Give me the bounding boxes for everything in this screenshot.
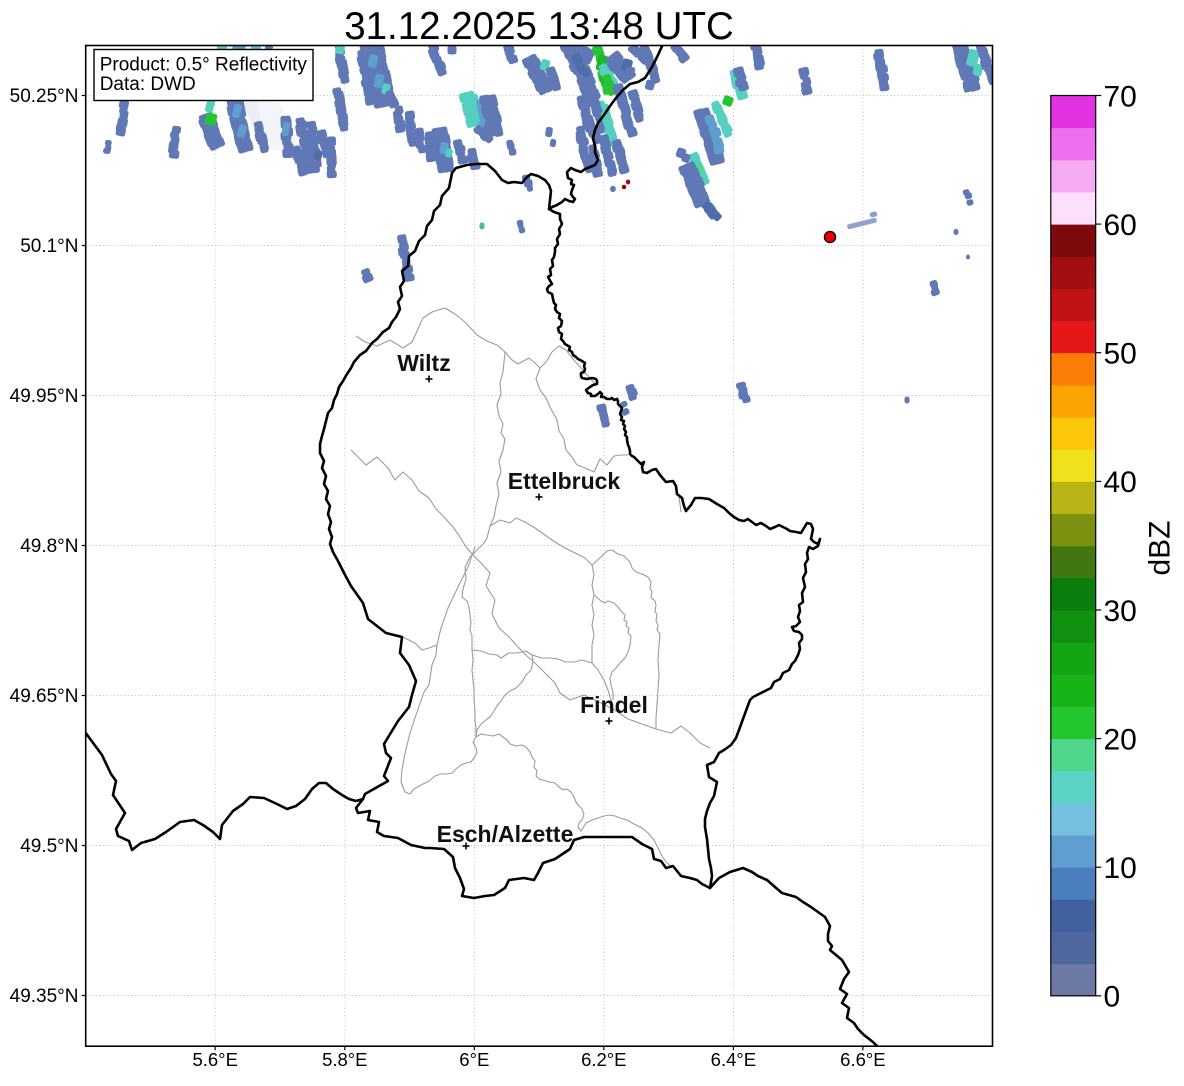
svg-text:Data: DWD: Data: DWD bbox=[100, 74, 196, 95]
svg-text:Ettelbruck: Ettelbruck bbox=[508, 468, 621, 494]
svg-text:Findel: Findel bbox=[580, 692, 648, 718]
svg-text:49.95°N: 49.95°N bbox=[10, 386, 79, 407]
svg-text:6°E: 6°E bbox=[459, 1049, 489, 1070]
svg-text:dBZ: dBZ bbox=[1144, 520, 1177, 575]
svg-text:10: 10 bbox=[1104, 852, 1137, 885]
svg-text:50.25°N: 50.25°N bbox=[10, 86, 79, 107]
svg-text:31.12.2025 13:48 UTC: 31.12.2025 13:48 UTC bbox=[344, 5, 734, 48]
svg-text:5.6°E: 5.6°E bbox=[192, 1049, 237, 1070]
svg-text:0: 0 bbox=[1104, 981, 1121, 1014]
svg-text:6.4°E: 6.4°E bbox=[711, 1049, 756, 1070]
svg-text:50: 50 bbox=[1104, 338, 1137, 371]
svg-text:40: 40 bbox=[1104, 466, 1137, 499]
svg-text:6.2°E: 6.2°E bbox=[581, 1049, 626, 1070]
svg-text:49.35°N: 49.35°N bbox=[10, 986, 79, 1007]
svg-text:Esch/Alzette: Esch/Alzette bbox=[437, 821, 574, 847]
svg-text:6.6°E: 6.6°E bbox=[840, 1049, 885, 1070]
svg-text:5.8°E: 5.8°E bbox=[322, 1049, 367, 1070]
svg-text:Wiltz: Wiltz bbox=[397, 350, 450, 376]
svg-text:49.65°N: 49.65°N bbox=[10, 686, 79, 707]
svg-text:Product: 0.5° Reflectivity: Product: 0.5° Reflectivity bbox=[100, 55, 308, 76]
svg-text:49.8°N: 49.8°N bbox=[20, 536, 78, 557]
svg-text:50.1°N: 50.1°N bbox=[20, 236, 78, 257]
svg-text:49.5°N: 49.5°N bbox=[20, 836, 78, 857]
svg-text:70: 70 bbox=[1104, 80, 1137, 113]
svg-text:20: 20 bbox=[1104, 723, 1137, 756]
svg-text:60: 60 bbox=[1104, 209, 1137, 242]
svg-text:30: 30 bbox=[1104, 595, 1137, 628]
